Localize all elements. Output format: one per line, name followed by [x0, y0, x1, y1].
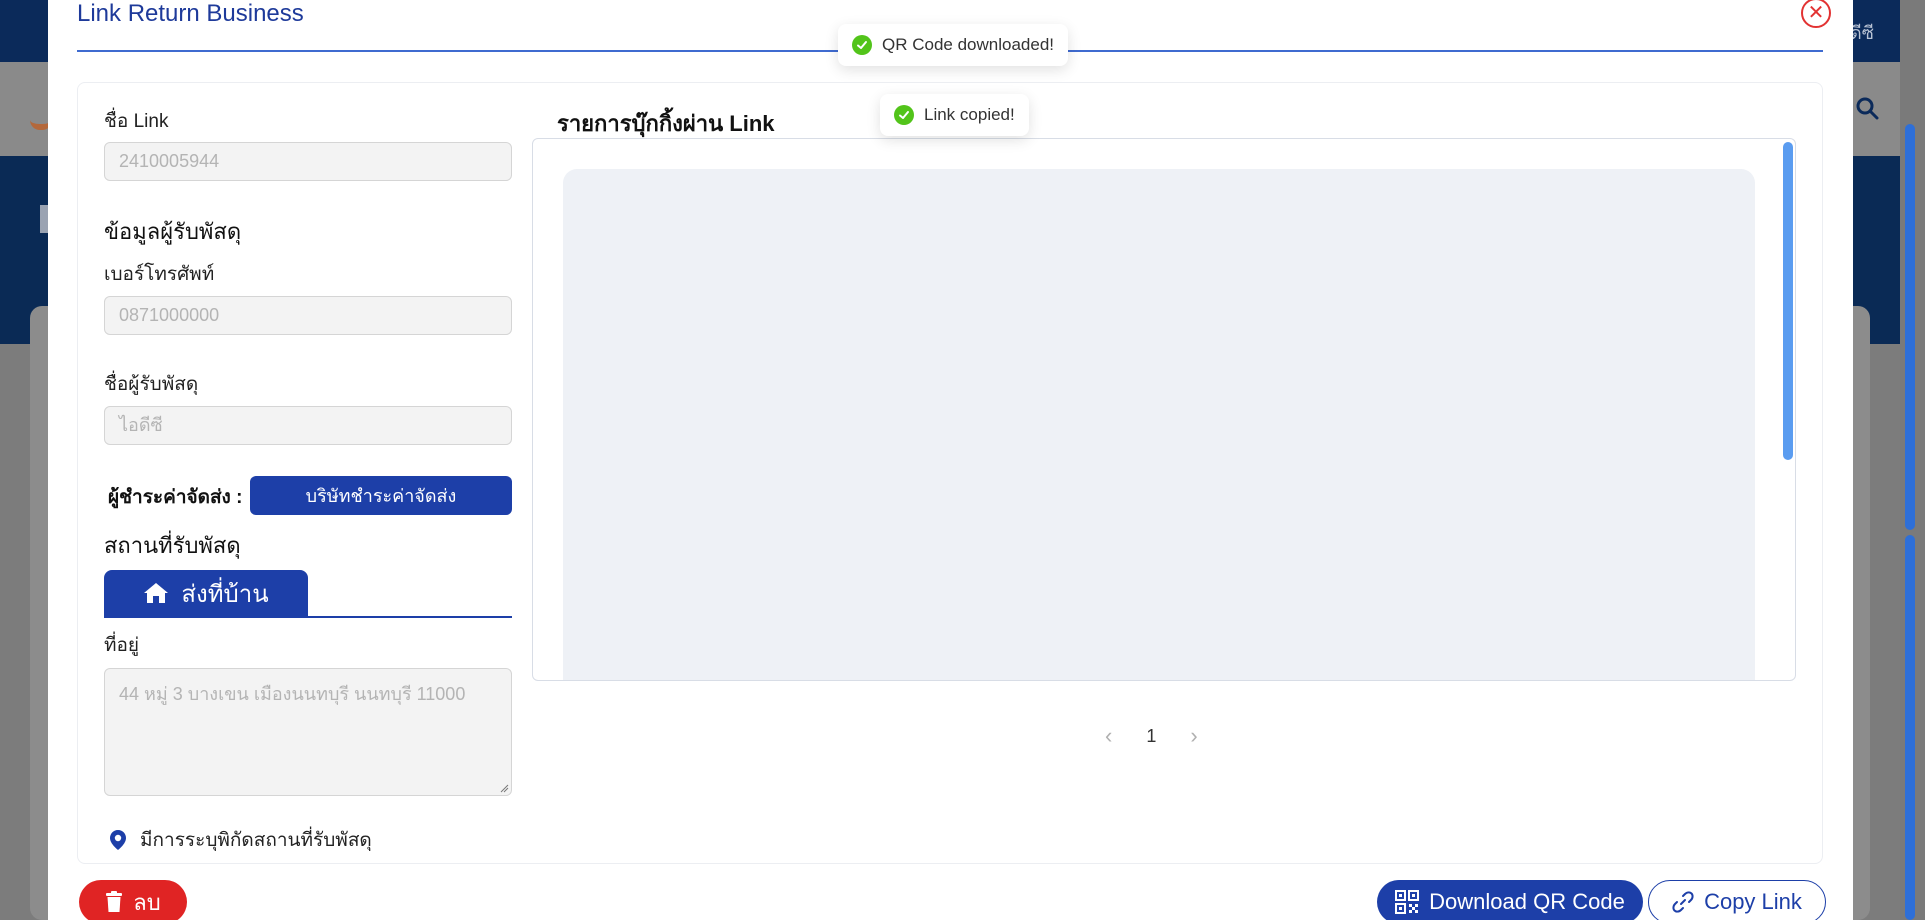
address-label: ที่อยู่ — [104, 635, 140, 656]
check-circle-icon — [894, 105, 914, 125]
qr-code-icon — [1395, 890, 1420, 914]
tab-home-label: ส่งที่บ้าน — [181, 580, 269, 608]
page-scrollbar-thumb[interactable] — [1905, 124, 1915, 530]
link-icon — [1672, 891, 1694, 913]
phone-field[interactable]: 0871000000 — [104, 296, 512, 335]
copy-link-button[interactable]: Copy Link — [1648, 880, 1826, 920]
recipient-section-title: ข้อมูลผู้รับพัสดุ — [104, 219, 242, 244]
download-qr-label: Download QR Code — [1429, 889, 1625, 914]
modal-title: Link Return Business — [77, 0, 304, 27]
recipient-name-label: ชื่อผู้รับพัสดุ — [104, 374, 199, 395]
chevron-right-icon[interactable]: › — [1190, 723, 1197, 749]
pickup-section-title: สถานที่รับพัสดุ — [104, 533, 241, 558]
search-icon — [1856, 97, 1879, 120]
address-placeholder: 44 หมู่ 3 บางเขน เมืองนนทบุรี นนทบุรี 11… — [119, 684, 466, 704]
toast-qr-downloaded: QR Code downloaded! — [838, 24, 1069, 66]
tab-home-delivery[interactable]: ส่งที่บ้าน — [104, 570, 308, 616]
toast-qr-text: QR Code downloaded! — [882, 35, 1055, 54]
phone-label: เบอร์โทรศัพท์ — [104, 264, 215, 285]
background-hero-mark — [40, 205, 48, 233]
download-qr-button[interactable]: Download QR Code — [1377, 880, 1643, 920]
chevron-left-icon[interactable]: ‹ — [1105, 723, 1112, 749]
resize-grip-icon[interactable] — [499, 783, 509, 793]
delete-button[interactable]: ลบ — [79, 880, 187, 920]
tab-underline — [104, 616, 512, 618]
payer-option-button[interactable]: บริษัทชำระค่าจัดส่ง — [250, 476, 512, 515]
toast-link-copied: Link copied! — [880, 94, 1029, 136]
page-scrollbar-thumb-lower[interactable] — [1905, 535, 1915, 920]
link-name-field[interactable]: 2410005944 — [104, 142, 512, 181]
recipient-name-field[interactable]: ไอดีซี — [104, 406, 512, 445]
location-note: มีการระบุพิกัดสถานที่รับพัสดุ — [108, 825, 372, 855]
bookings-title: รายการบุ๊กกิ้งผ่าน Link — [557, 111, 775, 136]
location-pin-icon — [110, 830, 126, 850]
link-name-label: ชื่อ Link — [104, 111, 169, 132]
home-icon — [144, 583, 169, 603]
background-user-name: ดีซี — [1850, 23, 1874, 43]
link-return-modal: Link Return Business ✕ ชื่อ Link 2410005… — [48, 0, 1853, 920]
bookings-list[interactable] — [532, 138, 1796, 681]
bookings-loading-skeleton — [563, 169, 1755, 680]
copy-link-label: Copy Link — [1704, 889, 1802, 914]
toast-link-text: Link copied! — [924, 105, 1015, 124]
payer-label: ผู้ชำระค่าจัดส่ง : — [108, 487, 243, 508]
pagination: ‹ 1 › — [1105, 723, 1198, 749]
address-field[interactable]: 44 หมู่ 3 บางเขน เมืองนนทบุรี นนทบุรี 11… — [104, 668, 512, 796]
bookings-scrollbar[interactable] — [1783, 142, 1793, 460]
trash-icon — [106, 891, 123, 912]
delete-label: ลบ — [133, 889, 161, 915]
check-circle-icon — [852, 35, 872, 55]
page-number[interactable]: 1 — [1146, 726, 1156, 747]
close-icon[interactable]: ✕ — [1801, 0, 1831, 28]
location-note-text: มีการระบุพิกัดสถานที่รับพัสดุ — [140, 830, 372, 851]
